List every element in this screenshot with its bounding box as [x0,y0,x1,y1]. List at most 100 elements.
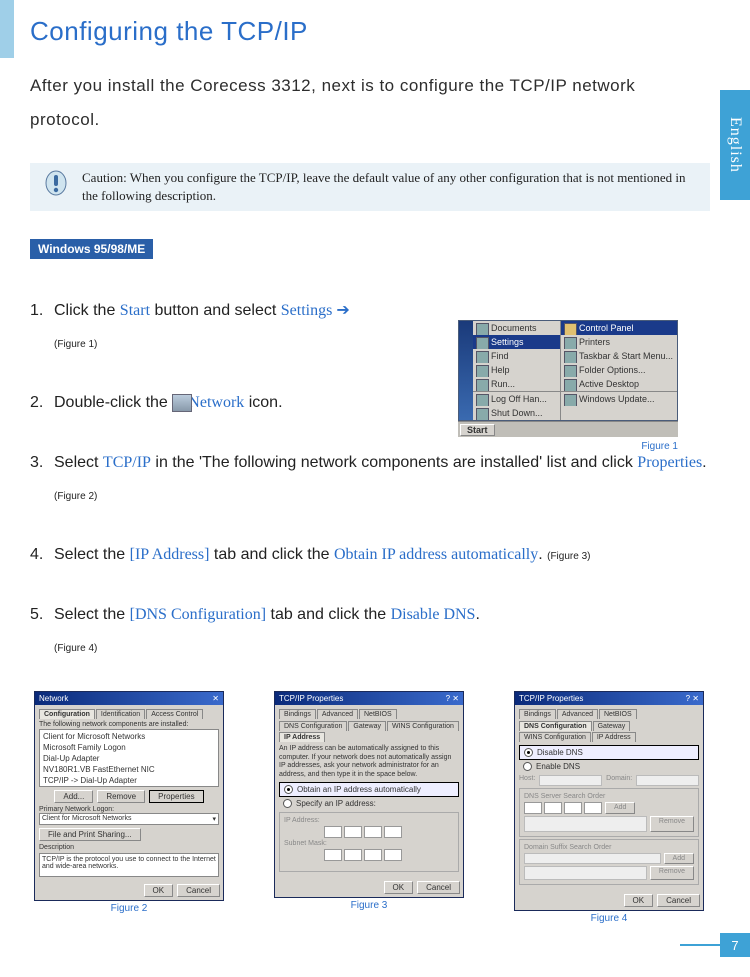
caution-text: Caution: When you configure the TCP/IP, … [82,169,700,205]
remove-button: Remove [650,816,694,832]
dns-cells [524,802,602,814]
fig1-ref: (Figure 1) [54,339,97,350]
exclamation-icon [40,169,72,205]
cancel-button: Cancel [417,881,460,894]
ip-note: An IP address can be automatically assig… [279,745,459,779]
properties-button: Properties [149,790,203,803]
domain-label: Domain: [606,775,632,786]
step3-text-a: Select [54,454,103,471]
list-item: NV180R1.VB FastEthernet NIC [41,764,217,775]
tab-advanced: Advanced [557,709,598,719]
fig2-ref: (Figure 2) [54,491,97,502]
figure1-label: Figure 1 [458,441,678,452]
sm-item: Taskbar & Start Menu... [561,349,677,363]
fig3-ref: (Figure 3) [547,551,590,562]
close-icon: ? ✕ [686,694,699,703]
tab-advanced: Advanced [317,709,358,719]
figure-2: Network ✕ Configuration Identification A… [34,691,224,924]
list-item: TCP/IP -> Dial-Up Adapter [41,775,217,786]
tab-dns: DNS Configuration [279,721,347,731]
ip-address-label: IP Address: [284,817,454,824]
step2-text-b: icon. [244,394,282,411]
left-gutter-accent [0,0,14,58]
step2-text-a: Double-click the [54,394,172,411]
os-section-label: Windows 95/98/ME [30,239,153,259]
fig4-ref: (Figure 4) [54,643,97,654]
step4-text-c: . [538,546,547,563]
tab-netbios: NetBIOS [359,709,397,719]
language-tab: English [720,90,750,200]
dns-config-tab-label: [DNS Configuration] [130,606,266,623]
logon-label: Primary Network Logon: [39,806,219,813]
settings-label: Settings [281,302,333,319]
dlg4-title: TCP/IP Properties [519,694,583,703]
ip-cells [324,826,454,838]
page-number: 7 [720,933,750,957]
start-menu-stripe [459,321,473,420]
dlg4-titlebar: TCP/IP Properties ? ✕ [515,692,703,705]
add-button: Add [605,802,635,814]
tab-gateway: Gateway [348,721,386,731]
list-item: Microsoft Family Logon [41,742,217,753]
step1-text-b: button and select [150,302,281,319]
suffix-label: Domain Suffix Search Order [524,844,694,851]
radio-icon [523,762,532,771]
remove-button: Remove [97,790,145,803]
tcpip-label: TCP/IP [103,454,151,471]
sm-item: Documents [473,321,560,335]
network-icon [172,394,192,412]
radio-icon [524,748,533,757]
dns-search-label: DNS Server Search Order [524,793,694,800]
radio-obtain-auto: Obtain an IP address automatically [279,782,459,797]
tab-bindings: Bindings [279,709,316,719]
dlg3-title: TCP/IP Properties [279,694,343,703]
tab-bindings: Bindings [519,709,556,719]
close-icon: ✕ [212,694,219,703]
step-5: Select the [DNS Configuration] tab and c… [30,599,710,663]
ok-button: OK [384,881,414,894]
step3-text-b: in the 'The following network components… [151,454,637,471]
properties-label: Properties [637,454,702,471]
sm-item-control-panel: Control Panel [561,321,677,335]
radio-icon [284,785,293,794]
sm-item: Run... [473,377,560,391]
obtain-ip-label: Obtain IP address automatically [334,546,538,563]
sm-item: Shut Down... [473,406,560,420]
figure-3: TCP/IP Properties ? ✕ Bindings Advanced … [274,691,464,924]
remove-button: Remove [650,866,694,880]
dlg2-title: Network [39,694,68,703]
step5-text-b: tab and click the [266,606,391,623]
tab-gateway: Gateway [593,721,631,731]
cancel-button: Cancel [177,884,220,897]
sm-item: Windows Update... [561,392,677,406]
intro-paragraph: After you install the Corecess 3312, nex… [30,69,710,137]
figure2-label: Figure 2 [34,903,224,914]
tab-wins: WINS Configuration [519,732,591,742]
figure-4: TCP/IP Properties ? ✕ Bindings Advanced … [514,691,704,924]
components-label: The following network components are ins… [39,721,219,728]
list-item: Client for Microsoft Networks [41,731,217,742]
sm-item-settings: Settings [473,335,560,349]
step5-text-c: . [475,606,479,623]
logon-select: Client for Microsoft Networks▾ [39,813,219,825]
page-title: Configuring the TCP/IP [30,16,710,47]
figure-1: Documents Settings Find Help Run... Log … [458,320,678,452]
tab-identification: Identification [96,709,145,719]
disable-dns-label: Disable DNS [391,606,476,623]
radio-icon [283,799,292,808]
host-label: Host: [519,775,535,786]
radio-specify: Specify an IP address: [279,797,459,810]
cancel-button: Cancel [657,894,700,907]
desc-text: TCP/IP is the protocol you use to connec… [39,853,219,877]
sm-item: Help [473,363,560,377]
tab-ip-address: IP Address [279,732,325,742]
arrow-icon: ➔ [332,302,349,319]
list-item: Dial-Up Adapter [41,753,217,764]
sm-item: Log Off Han... [473,392,560,406]
tab-access-control: Access Control [146,709,203,719]
figure4-label: Figure 4 [514,913,704,924]
step4-text-a: Select the [54,546,130,563]
component-list: Client for Microsoft Networks Microsoft … [39,729,219,787]
ok-button: OK [144,884,174,897]
add-button: Add [664,853,694,864]
